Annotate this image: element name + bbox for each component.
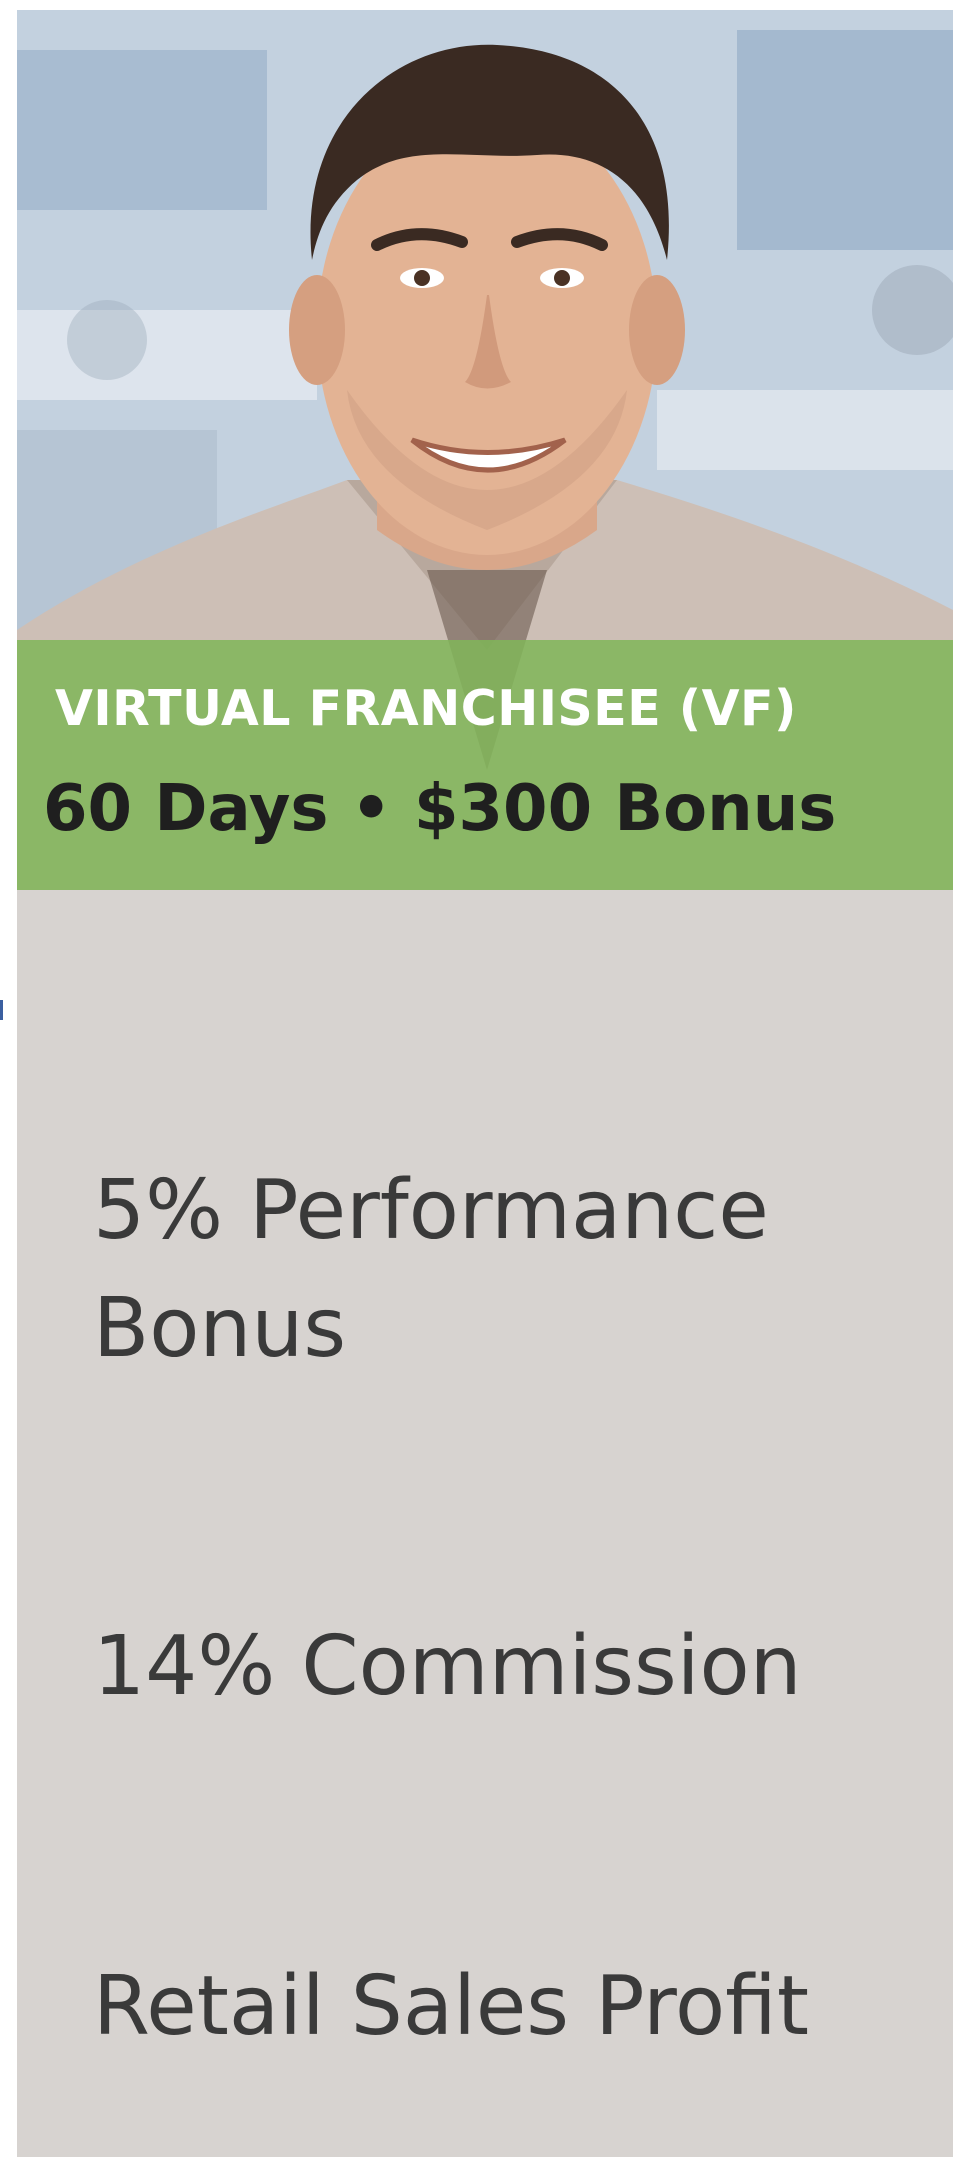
feature-commission: 14% Commission <box>93 1619 802 1714</box>
left-edge-marker <box>0 1000 3 1020</box>
hero-photo: VIRTUAL FRANCHISEE (VF) 60 Days • $300 B… <box>17 10 953 890</box>
feature-performance-bonus: 5% Performance Bonus <box>93 1163 769 1376</box>
plan-card: VIRTUAL FRANCHISEE (VF) 60 Days • $300 B… <box>17 10 953 2157</box>
plan-banner: VIRTUAL FRANCHISEE (VF) 60 Days • $300 B… <box>17 640 953 890</box>
feature-retail-sales-profit: Retail Sales Profit <box>93 1959 809 2054</box>
plan-duration-bonus: 60 Days • $300 Bonus <box>43 772 837 846</box>
plan-title: VIRTUAL FRANCHISEE (VF) <box>55 680 797 737</box>
